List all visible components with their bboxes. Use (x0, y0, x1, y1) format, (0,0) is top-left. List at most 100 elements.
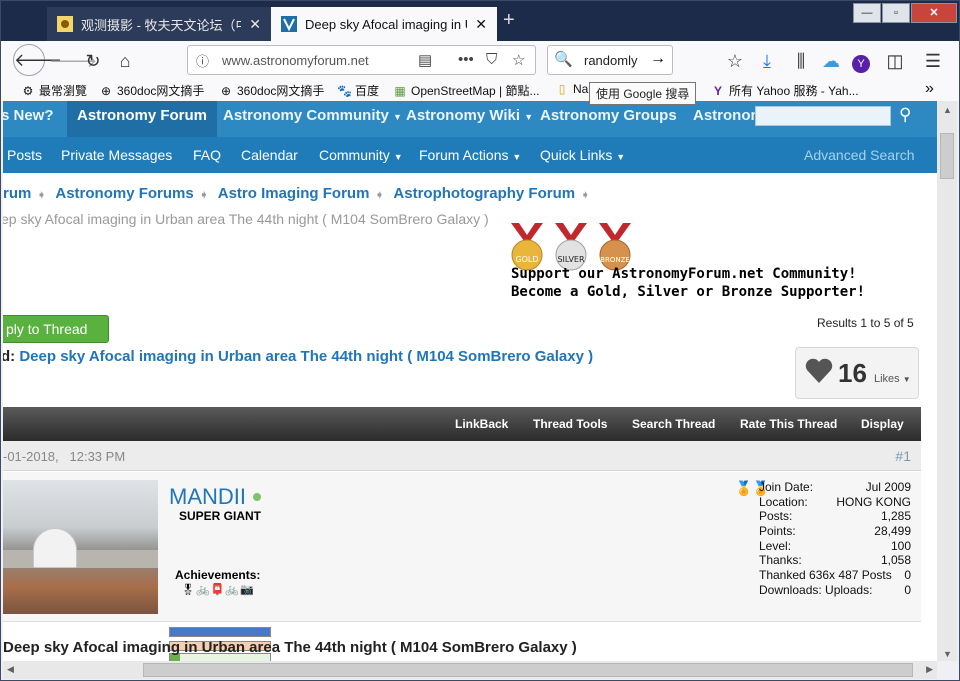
search-icon: 🔍 (554, 51, 573, 68)
close-window-button[interactable]: ✕ (911, 3, 957, 23)
scroll-left-icon[interactable]: ◀ (7, 664, 14, 675)
more-bookmarks-icon[interactable]: » (925, 80, 934, 98)
reply-to-thread-button[interactable]: ply to Thread (3, 315, 109, 343)
globe-icon: ⊕ (100, 83, 112, 98)
osm-icon: ▦ (394, 83, 406, 98)
nav-astronomy-community[interactable]: Astronomy Community ▼ (223, 107, 402, 124)
info-icon[interactable]: ⓘ (196, 51, 209, 70)
achievement-badges-icon[interactable]: 🎖🚲📮🚲📷 (181, 583, 255, 596)
search-icon[interactable]: ⚲ (899, 105, 911, 125)
downloads-icon[interactable]: ⤓ (753, 47, 781, 75)
advanced-search-link[interactable]: Advanced Search (804, 147, 915, 163)
dropdown-caret-icon: ▼ (512, 152, 522, 162)
likes-box[interactable]: 16 Likes ▼ (795, 347, 919, 399)
yahoo-extension-icon[interactable]: Y (847, 47, 875, 75)
sidebar-icon[interactable]: ◫ (881, 47, 909, 75)
breadcrumb-item[interactable]: rum (3, 185, 31, 202)
subnav-calendar[interactable]: Calendar (241, 147, 298, 163)
bookmark-item[interactable]: ⊕ 360doc网文摘手 (99, 82, 204, 99)
tab-inactive[interactable]: 观测摄影 - 牧夫天文论坛（中国 ✕ (47, 7, 271, 41)
subnav-quick-links[interactable]: Quick Links ▼ (540, 147, 625, 163)
subnav-community[interactable]: Community ▼ (319, 147, 403, 163)
url-bar[interactable]: ⓘ www.astronomyforum.net ▤ ••• ⛉ ☆ (187, 45, 536, 75)
scroll-up-icon[interactable]: ▲ (943, 105, 952, 115)
bookmark-item[interactable]: ⊕ 360doc网文摘手 (219, 82, 324, 99)
linkback-button[interactable]: LinkBack (455, 417, 508, 431)
thread-tools-button[interactable]: Thread Tools (533, 417, 607, 431)
breadcrumb-separator-icon: ➧ (581, 190, 590, 201)
breadcrumb-item[interactable]: Astrophotography Forum (393, 185, 575, 202)
bookmark-item[interactable]: 🐾 百度 (337, 82, 379, 99)
home-icon[interactable]: ⌂ (111, 47, 139, 75)
globe-icon: ⊕ (220, 83, 232, 98)
bookmark-item[interactable]: ▦ OpenStreetMap | 節點... (393, 82, 539, 99)
scroll-thumb[interactable] (143, 663, 913, 677)
dropdown-caret-icon: ▼ (393, 152, 403, 162)
gear-icon: ⚙ (22, 83, 34, 98)
search-input[interactable]: randomly (584, 53, 637, 68)
username-link[interactable]: MANDII (169, 484, 246, 510)
nav-astronomy-more[interactable]: Astronon (693, 107, 760, 124)
back-icon[interactable]: 🡐 (13, 44, 62, 76)
avatar[interactable] (3, 480, 158, 614)
thread-toolbar: LinkBack Thread Tools Search Thread Rate… (3, 407, 921, 441)
subnav-private-messages[interactable]: Private Messages (61, 147, 172, 163)
site-search-input[interactable] (755, 106, 891, 126)
scroll-thumb[interactable] (940, 133, 954, 179)
close-tab-icon[interactable]: ✕ (475, 16, 487, 33)
search-tooltip: 使用 Google 搜尋 (589, 82, 697, 105)
nav-whats-new[interactable]: s New? (3, 107, 54, 124)
nav-astronomy-wiki[interactable]: Astronomy Wiki ▼ (406, 107, 533, 124)
bookmark-item[interactable]: ▯ Na (555, 82, 589, 96)
supporter-medals-icon: GOLD SILVER BRONZE (511, 223, 631, 271)
svg-text:SILVER: SILVER (557, 255, 585, 264)
search-thread-button[interactable]: Search Thread (632, 417, 715, 431)
search-go-icon[interactable]: → (650, 50, 666, 68)
site-sub-nav: Posts Private Messages FAQ Calendar Comm… (3, 137, 937, 173)
scroll-down-icon[interactable]: ▼ (943, 649, 952, 659)
bookmark-item[interactable]: ⚙ 最常瀏覽 (21, 82, 87, 99)
search-bar[interactable]: 🔍 randomly → (547, 45, 673, 75)
close-tab-icon[interactable]: ✕ (249, 16, 261, 33)
baidu-paw-icon: 🐾 (337, 83, 352, 98)
results-count: Results 1 to 5 of 5 (817, 316, 914, 330)
menu-icon[interactable]: ☰ (919, 47, 947, 75)
subnav-faq[interactable]: FAQ (193, 147, 221, 163)
url-text[interactable]: www.astronomyforum.net (222, 53, 369, 68)
nav-astronomy-forum[interactable]: Astronomy Forum (67, 101, 218, 137)
bookmark-item[interactable]: Y 所有 Yahoo 服務 - Yah... (711, 82, 859, 99)
bookmarks-icon[interactable]: ☆ (721, 47, 749, 75)
page-actions-icon[interactable]: ••• (458, 51, 474, 68)
forward-icon[interactable]: 🡒 (49, 47, 97, 75)
horizontal-scrollbar[interactable]: ◀ ▶ (3, 661, 937, 679)
library-icon[interactable]: ⫼ (787, 47, 815, 75)
supporter-promo[interactable]: Support our AstronomyForum.net Community… (511, 265, 865, 301)
note-icon: ▯ (558, 82, 566, 96)
site-favicon-icon (57, 16, 73, 32)
observatory-dome (33, 528, 77, 568)
vertical-scrollbar[interactable]: ▲ ▼ (937, 101, 957, 661)
post-number[interactable]: #1 (895, 448, 911, 464)
pocket-icon[interactable]: ⛉ (486, 51, 497, 68)
breadcrumb-item[interactable]: Astro Imaging Forum (218, 185, 370, 202)
tab-active[interactable]: Deep sky Afocal imaging in Urb ✕ (271, 7, 497, 41)
rate-thread-button[interactable]: Rate This Thread (740, 417, 837, 431)
browser-window: 观测摄影 - 牧夫天文论坛（中国 ✕ Deep sky Afocal imagi… (0, 0, 960, 681)
breadcrumb-current: ep sky Afocal imaging in Urban area The … (3, 211, 489, 227)
thread-title-link[interactable]: Deep sky Afocal imaging in Urban area Th… (19, 348, 593, 365)
post-date: -01-2018, 12:33 PM (3, 449, 126, 464)
reader-view-icon[interactable]: ▤ (418, 51, 432, 69)
display-button[interactable]: Display (861, 417, 904, 431)
restore-button[interactable]: ▫ (882, 3, 910, 23)
breadcrumb-item[interactable]: Astronomy Forums (55, 185, 193, 202)
scroll-right-icon[interactable]: ▶ (926, 664, 933, 675)
reload-icon[interactable]: ↻ (79, 47, 107, 75)
new-tab-icon[interactable]: + (503, 9, 515, 32)
cloud-icon[interactable]: ☁ (817, 47, 845, 75)
minimize-button[interactable]: — (853, 3, 881, 23)
subnav-posts[interactable]: Posts (7, 147, 42, 163)
subnav-forum-actions[interactable]: Forum Actions ▼ (419, 147, 521, 163)
nav-astronomy-groups[interactable]: Astronomy Groups (540, 107, 677, 124)
post-author-panel: MANDII SUPER GIANT Achievements: 🎖🚲📮🚲📷 🏅… (3, 472, 921, 661)
bookmark-star-icon[interactable]: ☆ (512, 51, 525, 69)
